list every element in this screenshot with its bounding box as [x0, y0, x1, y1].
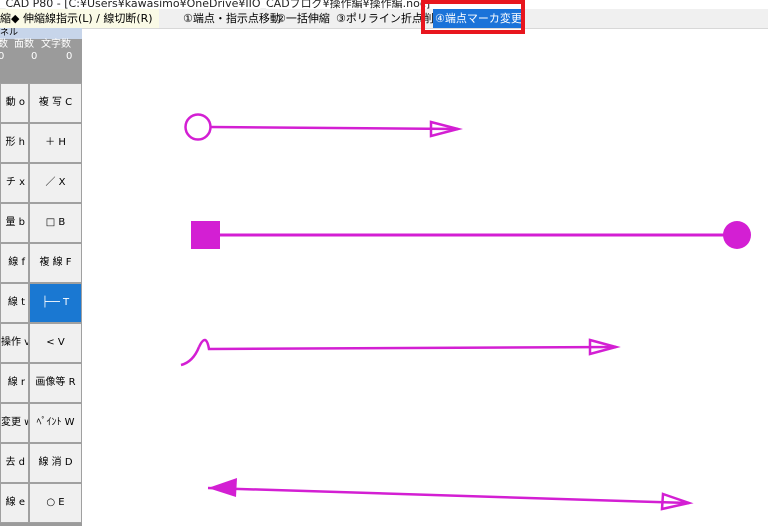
tool-button[interactable]: 線 r	[0, 363, 29, 403]
tool-button-box[interactable]: □ B	[29, 203, 82, 243]
panel-column-headers: 数 面数 文字数	[0, 39, 82, 51]
tool-button[interactable]: 変更 w	[0, 403, 29, 443]
tool-button[interactable]: 線 t	[0, 283, 29, 323]
menu-item-endpoint-move[interactable]: ①端点・指示点移動	[183, 9, 281, 28]
mode-label: 縮◆ 伸縮線指示(L) / 線切断(R)	[0, 9, 159, 28]
tool-panel: ネル 数 面数 文字数 0 0 0 動 o 複 写 C 形 h ＋ H チ x …	[0, 28, 82, 526]
tool-button[interactable]: 操作 v	[0, 323, 29, 363]
tool-button-copy[interactable]: 複 写 C	[29, 83, 82, 123]
column-header: 文字数	[41, 39, 71, 50]
window-title-bar: _CAD P80 - [C:¥Users¥kawasimo¥OneDrive¥I…	[0, 0, 768, 9]
filled-circle-marker	[723, 221, 751, 249]
tool-button-stretch-selected[interactable]: ├── T	[29, 283, 82, 323]
tool-button-angle[interactable]: < V	[29, 323, 82, 363]
drawn-line-1[interactable]	[184, 113, 463, 141]
window-title: _CAD P80 - [C:¥Users¥kawasimo¥OneDrive¥I…	[0, 0, 431, 9]
filled-arrow-marker	[208, 478, 237, 497]
tool-button-multi-line[interactable]: 複 線 F	[29, 243, 82, 283]
tool-button-cross[interactable]: ＋ H	[29, 123, 82, 163]
open-circle-marker	[184, 113, 212, 141]
column-header: 面数	[14, 39, 34, 50]
command-menu-bar: 縮◆ 伸縮線指示(L) / 線切断(R) ①端点・指示点移動 ②一括伸縮 ③ポリ…	[0, 9, 768, 29]
hook-marker	[180, 346, 201, 367]
tool-button[interactable]: 線 e	[0, 483, 29, 523]
filled-square-marker	[191, 221, 220, 249]
drawn-line-2[interactable]	[191, 221, 751, 249]
tool-button-image[interactable]: 画像等 R	[29, 363, 82, 403]
drawn-line-4[interactable]	[207, 478, 694, 511]
menu-item-batch-stretch[interactable]: ②一括伸縮	[276, 9, 330, 28]
tool-button-paint[interactable]: ﾍﾟｲﾝﾄ W	[29, 403, 82, 443]
tool-button[interactable]: 去 d	[0, 443, 29, 483]
tool-button[interactable]: 量 b	[0, 203, 29, 243]
drawing-canvas[interactable]	[82, 28, 768, 526]
column-header: 数	[0, 39, 8, 50]
count-value: 0	[31, 51, 38, 62]
tool-button-circle[interactable]: ○ E	[29, 483, 82, 523]
tool-button[interactable]: 線 f	[0, 243, 29, 283]
count-value: 0	[66, 51, 73, 62]
drawn-line-3[interactable]	[180, 338, 621, 367]
tool-button[interactable]: チ x	[0, 163, 29, 203]
panel-values: 0 0 0	[0, 51, 82, 63]
count-value: 0	[0, 51, 5, 62]
panel-title: ネル	[0, 28, 82, 39]
tool-button-slash[interactable]: ／ X	[29, 163, 82, 203]
tool-button[interactable]: 形 h	[0, 123, 29, 163]
tool-button-erase-line[interactable]: 線 消 D	[29, 443, 82, 483]
tool-button[interactable]: 動 o	[0, 83, 29, 123]
